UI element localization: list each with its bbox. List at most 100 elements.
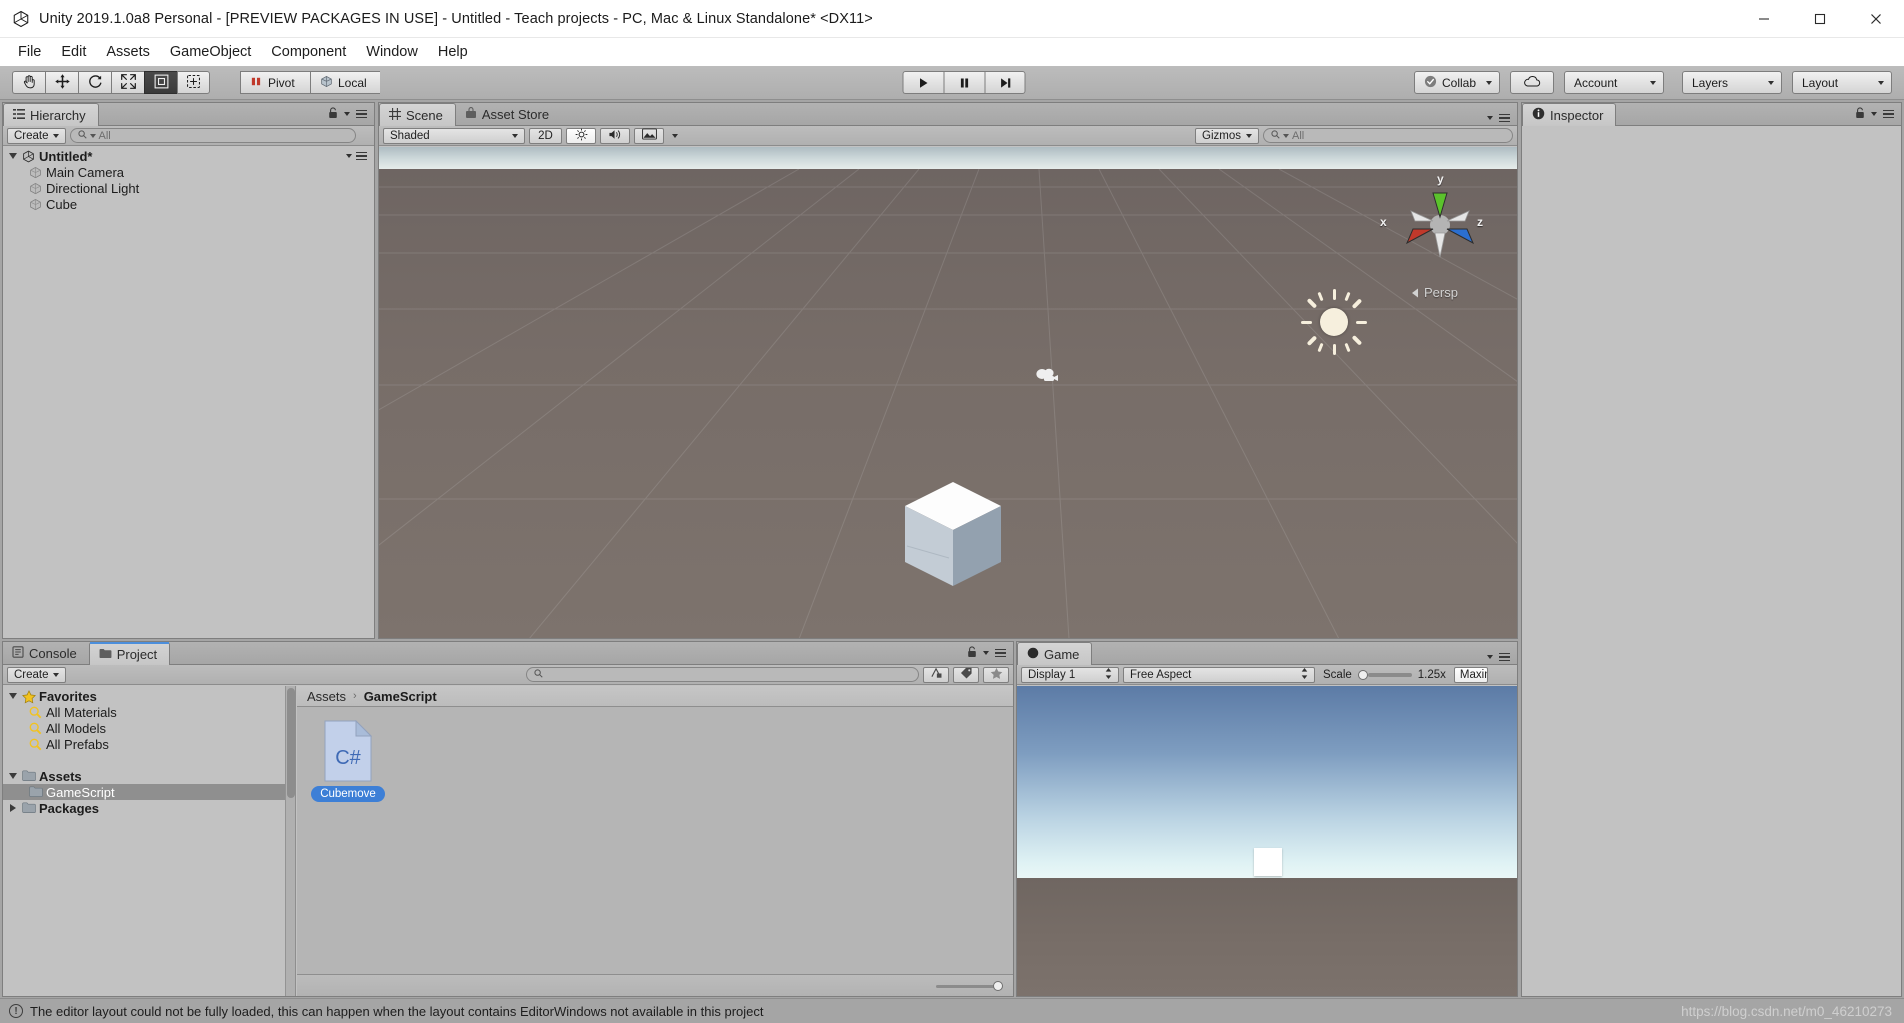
menu-window[interactable]: Window (356, 41, 428, 63)
game-maximize-button[interactable]: Maximize (1454, 667, 1488, 683)
scale-tool-button[interactable] (111, 71, 144, 94)
breadcrumb-root[interactable]: Assets (307, 689, 346, 704)
hierarchy-scene-row[interactable]: Untitled* (3, 148, 374, 164)
tab-project[interactable]: Project (89, 642, 170, 665)
project-tree-all-materials[interactable]: All Materials (3, 704, 295, 720)
chevron-down-icon[interactable] (344, 112, 350, 116)
scene-projection-toggle[interactable]: Persp (1409, 285, 1458, 300)
menu-component[interactable]: Component (261, 41, 356, 63)
menu-file[interactable]: File (8, 41, 51, 63)
hierarchy-item-directional-light[interactable]: Directional Light (3, 180, 374, 196)
project-tree-all-prefabs[interactable]: All Prefabs (3, 736, 295, 752)
minimize-button[interactable] (1736, 0, 1792, 38)
project-tree-packages[interactable]: Packages (3, 800, 295, 816)
hierarchy-create-button[interactable]: Create (7, 128, 66, 144)
scene-fx-dropdown[interactable] (668, 128, 682, 144)
layout-button[interactable]: Layout (1792, 71, 1892, 94)
scene-lighting-toggle[interactable] (566, 128, 596, 144)
chevron-down-icon[interactable] (1487, 655, 1493, 659)
step-button[interactable] (985, 71, 1026, 94)
menu-assets[interactable]: Assets (96, 41, 160, 63)
tab-asset-store[interactable]: Asset Store (456, 103, 561, 125)
persp-label: Persp (1424, 285, 1458, 300)
toggle-2d-button[interactable]: 2D (529, 128, 562, 144)
project-tree: Favorites All Materials All Models (3, 686, 295, 816)
project-create-button[interactable]: Create (7, 667, 66, 683)
chevron-down-icon[interactable] (983, 651, 989, 655)
scene-fx-toggle[interactable] (634, 128, 664, 144)
project-tree-assets[interactable]: Assets (3, 768, 295, 784)
menu-gameobject[interactable]: GameObject (160, 41, 261, 63)
project-tree-favorites[interactable]: Favorites (3, 688, 295, 704)
maximize-button[interactable] (1792, 0, 1848, 38)
lock-icon[interactable] (1855, 106, 1865, 122)
local-space-button[interactable]: Local (310, 71, 380, 94)
game-scale-slider[interactable]: Scale 1.25x (1319, 667, 1450, 683)
gizmos-label: Gizmos (1202, 130, 1241, 142)
cloud-services-button[interactable] (1510, 71, 1554, 94)
pivot-mode-button[interactable]: Pivot (240, 71, 310, 94)
game-display-dropdown[interactable]: Display 1 (1021, 667, 1119, 683)
scene-search-input[interactable]: All (1263, 128, 1513, 143)
hand-tool-button[interactable] (12, 71, 45, 94)
chevron-down-icon (1246, 134, 1252, 138)
pause-button[interactable] (944, 71, 985, 94)
account-button[interactable]: Account (1564, 71, 1664, 94)
play-button[interactable] (903, 71, 944, 94)
scene-viewport[interactable]: x y z Persp (379, 147, 1517, 638)
collab-button[interactable]: Collab (1414, 71, 1500, 94)
draw-mode-dropdown[interactable]: Shaded (383, 128, 525, 144)
chevron-down-icon[interactable] (346, 154, 352, 158)
game-aspect-dropdown[interactable]: Free Aspect (1123, 667, 1315, 683)
project-type-filter-button[interactable] (923, 667, 949, 683)
rect-tool-button[interactable] (144, 71, 177, 94)
expand-triangle-icon[interactable] (7, 804, 18, 812)
panel-menu-icon[interactable] (1883, 110, 1894, 119)
tab-game[interactable]: Game (1017, 642, 1092, 665)
hierarchy-item-cube[interactable]: Cube (3, 196, 374, 212)
project-tree-all-models[interactable]: All Models (3, 720, 295, 736)
panel-menu-icon[interactable] (1499, 114, 1510, 123)
project-tree-scrollbar[interactable] (285, 686, 295, 996)
project-search-input[interactable] (526, 667, 919, 682)
lock-icon[interactable] (967, 645, 977, 661)
panel-menu-icon[interactable] (995, 649, 1006, 658)
expand-triangle-icon[interactable] (7, 773, 18, 779)
tab-inspector[interactable]: Inspector (1522, 103, 1616, 126)
expand-triangle-icon[interactable] (7, 693, 18, 699)
expand-triangle-icon[interactable] (7, 153, 18, 159)
directional-light-gizmo[interactable] (1299, 287, 1369, 357)
rotate-tool-button[interactable] (78, 71, 111, 94)
panel-menu-icon[interactable] (356, 110, 367, 119)
tab-hierarchy[interactable]: Hierarchy (3, 103, 99, 126)
hierarchy-search-input[interactable]: All (70, 128, 356, 143)
menu-help[interactable]: Help (428, 41, 478, 63)
hierarchy-item-main-camera[interactable]: Main Camera (3, 164, 374, 180)
asset-item-cubemove[interactable]: C# Cubemove (309, 720, 387, 802)
move-tool-button[interactable] (45, 71, 78, 94)
chevron-down-icon[interactable] (1487, 116, 1493, 120)
status-message[interactable]: The editor layout could not be fully loa… (30, 1004, 764, 1019)
chevron-down-icon[interactable] (1871, 112, 1877, 116)
lock-icon[interactable] (328, 106, 338, 122)
scene-axis-gizmo[interactable]: x y z (1385, 167, 1495, 277)
hand-icon (21, 73, 38, 93)
tab-console[interactable]: Console (3, 642, 89, 664)
panel-menu-icon[interactable] (1499, 653, 1510, 662)
project-tree-gamescript[interactable]: GameScript (3, 784, 295, 800)
project-label-filter-button[interactable] (953, 667, 979, 683)
tab-scene[interactable]: Scene (379, 103, 456, 126)
game-viewport[interactable] (1017, 686, 1517, 996)
gizmos-dropdown[interactable]: Gizmos (1195, 128, 1259, 144)
project-favorites-button[interactable] (983, 667, 1009, 683)
asset-zoom-slider[interactable] (936, 981, 1003, 991)
scene-cube-object[interactable] (901, 480, 1005, 591)
scene-menu-icon[interactable] (356, 152, 367, 161)
transform-tool-button[interactable] (177, 71, 210, 94)
menu-edit[interactable]: Edit (51, 41, 96, 63)
layers-button[interactable]: Layers (1682, 71, 1782, 94)
scene-audio-toggle[interactable] (600, 128, 630, 144)
game-tab-actions (1487, 653, 1517, 665)
main-camera-gizmo[interactable] (1034, 365, 1060, 388)
close-button[interactable] (1848, 0, 1904, 38)
